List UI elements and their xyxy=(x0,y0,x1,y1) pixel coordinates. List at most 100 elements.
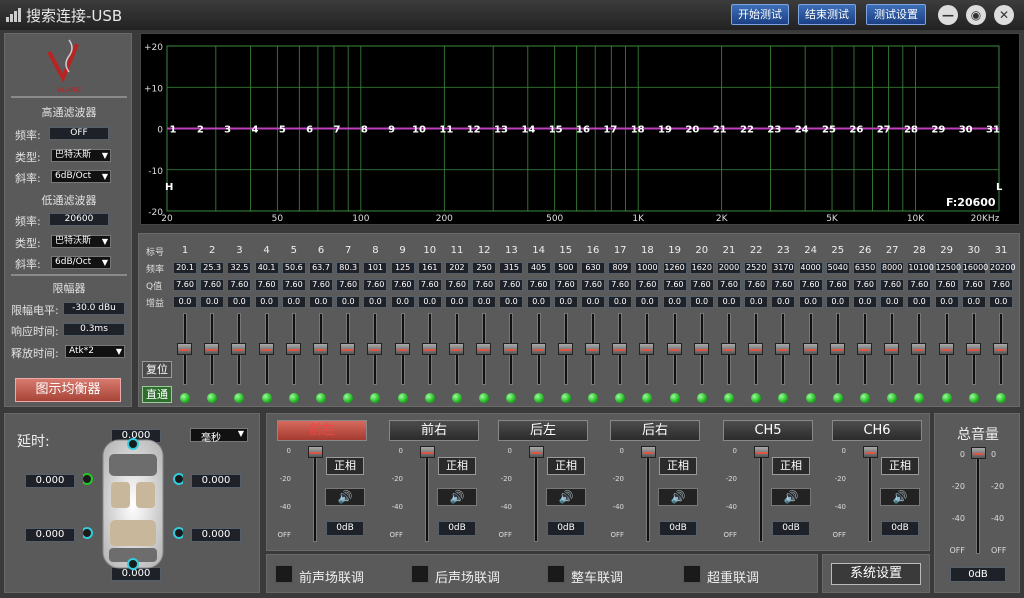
band-freq-field[interactable]: 809 xyxy=(608,262,633,274)
band-freq-field[interactable]: 12500 xyxy=(934,262,961,274)
band-slider-knob[interactable] xyxy=(857,343,872,355)
band-gain-field[interactable]: 0.0 xyxy=(363,296,388,308)
band-enable-led[interactable] xyxy=(288,393,299,403)
band-enable-led[interactable] xyxy=(560,393,571,403)
band-q-field[interactable]: 7.60 xyxy=(635,279,660,291)
band-enable-led[interactable] xyxy=(751,393,762,403)
band-q-field[interactable]: 7.60 xyxy=(309,279,333,291)
eq-graph[interactable]: +20 +10 0 -10 -20 20 50 100 200 500 1K 2K 5K 10K 20KHz… xyxy=(140,33,1020,225)
band-point-marker[interactable]: 24 xyxy=(795,125,809,136)
band-enable-led[interactable] xyxy=(479,393,490,403)
band-point-marker[interactable]: 21 xyxy=(713,125,727,136)
hpf-type-select[interactable]: 巴特沃斯 xyxy=(51,149,111,162)
band-gain-field[interactable]: 0.0 xyxy=(336,296,361,308)
band-point-marker[interactable]: 2 xyxy=(197,125,204,136)
lpf-freq-field[interactable]: 20600 xyxy=(49,213,109,226)
band-freq-field[interactable]: 161 xyxy=(417,262,442,274)
delay-fr-field[interactable]: 0.000 xyxy=(191,474,241,488)
band-q-field[interactable]: 7.60 xyxy=(390,279,415,291)
speaker-icon[interactable]: 🔊 xyxy=(658,488,698,506)
band-freq-field[interactable]: 101 xyxy=(363,262,388,274)
band-gain-field[interactable]: 0.0 xyxy=(499,296,524,308)
lpf-type-select[interactable]: 巴特沃斯 xyxy=(51,235,111,248)
band-enable-led[interactable] xyxy=(860,393,870,403)
band-point-marker[interactable]: 17 xyxy=(603,125,617,136)
phase-button[interactable]: 正相 xyxy=(772,457,810,475)
band-q-field[interactable]: 7.60 xyxy=(227,279,252,291)
band-q-field[interactable]: 7.60 xyxy=(581,279,605,291)
band-enable-led[interactable] xyxy=(887,393,898,403)
band-q-field[interactable]: 7.60 xyxy=(200,279,225,291)
band-slider-knob[interactable] xyxy=(612,343,628,355)
band-gain-field[interactable]: 0.0 xyxy=(689,296,714,308)
delay-rr-field[interactable]: 0.000 xyxy=(191,528,241,542)
band-freq-field[interactable]: 250 xyxy=(472,262,497,274)
band-freq-field[interactable]: 20.1 xyxy=(173,262,197,274)
band-gain-field[interactable]: 0.0 xyxy=(961,296,986,308)
band-freq-field[interactable]: 3170 xyxy=(771,262,796,274)
band-point-marker[interactable]: 25 xyxy=(822,125,836,136)
band-enable-led[interactable] xyxy=(778,393,789,403)
band-freq-field[interactable]: 125 xyxy=(390,262,415,274)
band-enable-led[interactable] xyxy=(234,393,245,403)
band-gain-field[interactable]: 0.0 xyxy=(771,296,796,308)
band-point-marker[interactable]: 30 xyxy=(959,125,973,136)
band-point-marker[interactable]: 23 xyxy=(767,125,781,136)
band-gain-field[interactable]: 0.0 xyxy=(254,296,279,308)
channel-fader-knob[interactable] xyxy=(641,446,656,458)
band-freq-field[interactable]: 25.3 xyxy=(200,262,225,274)
channel-tab-3[interactable]: 后左 xyxy=(498,420,588,441)
band-freq-field[interactable]: 202 xyxy=(445,262,469,274)
channel-fader-track[interactable] xyxy=(425,450,429,542)
lpf-slope-select[interactable]: 6dB/Oct xyxy=(51,256,111,269)
band-q-field[interactable]: 7.60 xyxy=(989,279,1013,291)
band-enable-led[interactable] xyxy=(424,393,435,403)
band-point-marker[interactable]: 29 xyxy=(931,125,945,136)
speaker-icon[interactable]: 🔊 xyxy=(325,488,365,506)
channel-tab-1[interactable]: 前左 xyxy=(277,420,367,441)
band-slider-knob[interactable] xyxy=(313,343,328,355)
reset-button[interactable]: 复位 xyxy=(142,361,172,378)
speaker-icon[interactable]: 🔊 xyxy=(437,488,477,506)
band-gain-field[interactable]: 0.0 xyxy=(934,296,959,308)
band-q-field[interactable]: 7.60 xyxy=(445,279,469,291)
band-enable-led[interactable] xyxy=(452,393,462,403)
band-gain-field[interactable]: 0.0 xyxy=(390,296,415,308)
band-freq-field[interactable]: 315 xyxy=(499,262,524,274)
band-freq-field[interactable]: 2000 xyxy=(717,262,741,274)
band-enable-led[interactable] xyxy=(642,393,653,403)
band-slider-knob[interactable] xyxy=(476,343,492,355)
bypass-button[interactable]: 直通 xyxy=(142,386,172,403)
band-q-field[interactable]: 7.60 xyxy=(526,279,551,291)
band-freq-field[interactable]: 32.5 xyxy=(227,262,252,274)
band-freq-field[interactable]: 1260 xyxy=(662,262,687,274)
band-point-marker[interactable]: 6 xyxy=(306,125,313,136)
band-gain-field[interactable]: 0.0 xyxy=(717,296,741,308)
channel-fader-track[interactable] xyxy=(646,450,650,542)
band-gain-field[interactable]: 0.0 xyxy=(853,296,877,308)
channel-db-value[interactable]: 0dB xyxy=(772,521,810,536)
band-gain-field[interactable]: 0.0 xyxy=(445,296,469,308)
band-slider-knob[interactable] xyxy=(721,343,736,355)
master-fader-track[interactable] xyxy=(976,452,980,554)
channel-db-value[interactable]: 0dB xyxy=(326,521,364,536)
band-gain-field[interactable]: 0.0 xyxy=(581,296,605,308)
channel-tab-4[interactable]: 后右 xyxy=(610,420,700,441)
band-gain-field[interactable]: 0.0 xyxy=(907,296,932,308)
band-point-marker[interactable]: 31 xyxy=(986,125,1000,136)
band-q-field[interactable]: 7.60 xyxy=(173,279,197,291)
band-enable-led[interactable] xyxy=(207,393,218,403)
band-q-field[interactable]: 7.60 xyxy=(281,279,306,291)
channel-fader-knob[interactable] xyxy=(420,446,435,458)
band-freq-field[interactable]: 2520 xyxy=(744,262,769,274)
phase-button[interactable]: 正相 xyxy=(326,457,364,475)
channel-fader-knob[interactable] xyxy=(529,446,544,458)
link-checkbox[interactable] xyxy=(547,565,565,583)
band-q-field[interactable]: 7.60 xyxy=(608,279,633,291)
limit-level-field[interactable]: -30.0 dBu xyxy=(63,302,125,315)
band-point-marker[interactable]: 11 xyxy=(439,125,453,136)
channel-db-value[interactable]: 0dB xyxy=(547,521,585,536)
band-gain-field[interactable]: 0.0 xyxy=(798,296,823,308)
band-q-field[interactable]: 7.60 xyxy=(499,279,524,291)
band-q-field[interactable]: 7.60 xyxy=(798,279,823,291)
